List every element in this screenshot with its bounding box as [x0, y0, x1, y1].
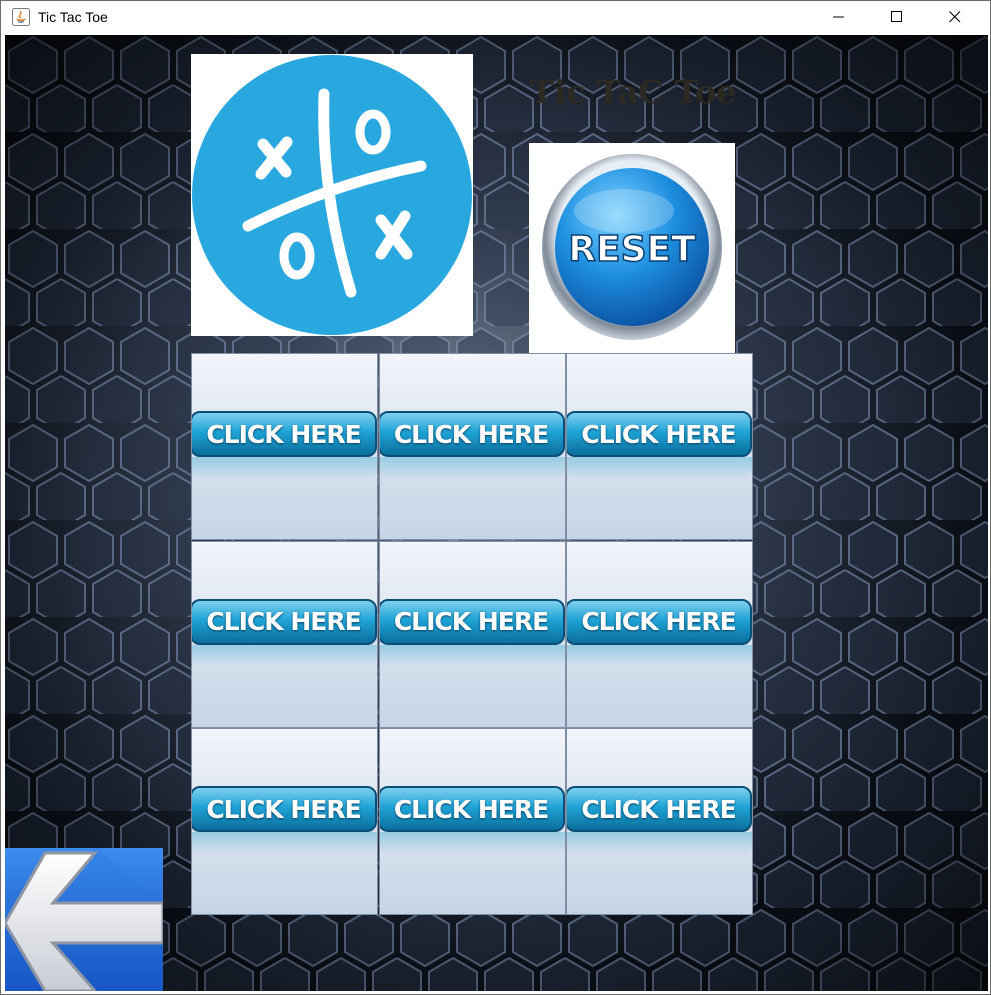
- click-here-button: CLICK HERE: [192, 411, 377, 457]
- board-cell-5[interactable]: CLICK HERE: [378, 540, 566, 728]
- click-here-label: CLICK HERE: [206, 794, 361, 824]
- close-icon: [949, 11, 961, 23]
- back-button[interactable]: [5, 848, 165, 991]
- reset-button-graphic: RESET: [542, 154, 722, 340]
- click-here-label: CLICK HERE: [581, 419, 736, 449]
- minimize-button[interactable]: [810, 1, 868, 34]
- board-cell-7[interactable]: CLICK HERE: [191, 728, 378, 915]
- game-title: Tic TaC Toe: [530, 73, 737, 111]
- app-window: Tic Tac Toe Tic TaC Toe RESET CLICK HERE…: [0, 0, 991, 995]
- click-here-button: CLICK HERE: [567, 411, 752, 457]
- button-reflection: [567, 644, 752, 667]
- back-arrow-icon: [5, 848, 165, 991]
- button-reflection: [567, 457, 752, 479]
- game-panel: Tic TaC Toe RESET CLICK HERE CLICK HERE …: [5, 35, 988, 991]
- click-here-label: CLICK HERE: [581, 607, 736, 636]
- button-reflection: [567, 832, 752, 854]
- click-here-label: CLICK HERE: [393, 419, 549, 449]
- button-reflection: [379, 457, 565, 479]
- click-here-button: CLICK HERE: [567, 786, 752, 832]
- click-here-label: CLICK HERE: [393, 794, 549, 824]
- logo-image: [191, 54, 473, 336]
- button-reflection: [192, 457, 377, 479]
- tic-tac-toe-logo-icon: [192, 55, 472, 335]
- click-here-label: CLICK HERE: [206, 607, 361, 636]
- click-here-button: CLICK HERE: [192, 786, 377, 832]
- button-reflection: [379, 832, 565, 854]
- board-cell-3[interactable]: CLICK HERE: [566, 353, 753, 540]
- window-title: Tic Tac Toe: [38, 9, 108, 25]
- java-app-icon: [12, 8, 30, 26]
- board-cell-1[interactable]: CLICK HERE: [191, 353, 378, 540]
- click-here-button: CLICK HERE: [379, 411, 565, 457]
- board-cell-2[interactable]: CLICK HERE: [378, 353, 566, 540]
- reset-button[interactable]: RESET: [529, 143, 735, 353]
- button-reflection: [192, 644, 377, 667]
- close-button[interactable]: [926, 1, 984, 34]
- title-bar: Tic Tac Toe: [1, 1, 990, 34]
- board-cell-8[interactable]: CLICK HERE: [378, 728, 566, 915]
- click-here-button: CLICK HERE: [192, 598, 377, 645]
- game-board: CLICK HERE CLICK HERE CLICK HERE CLICK HERE…: [191, 353, 754, 916]
- board-cell-4[interactable]: CLICK HERE: [191, 540, 378, 728]
- click-here-button: CLICK HERE: [379, 598, 565, 645]
- reset-label: RESET: [568, 229, 696, 270]
- maximize-icon: [891, 11, 902, 22]
- click-here-button: CLICK HERE: [567, 598, 752, 645]
- click-here-button: CLICK HERE: [379, 786, 565, 832]
- click-here-label: CLICK HERE: [393, 607, 549, 636]
- click-here-label: CLICK HERE: [581, 794, 736, 824]
- board-cell-9[interactable]: CLICK HERE: [566, 728, 753, 915]
- minimize-icon: [833, 16, 844, 18]
- button-reflection: [379, 644, 565, 667]
- board-cell-6[interactable]: CLICK HERE: [566, 540, 753, 728]
- button-reflection: [192, 832, 377, 854]
- maximize-button[interactable]: [868, 1, 926, 34]
- click-here-label: CLICK HERE: [206, 419, 361, 449]
